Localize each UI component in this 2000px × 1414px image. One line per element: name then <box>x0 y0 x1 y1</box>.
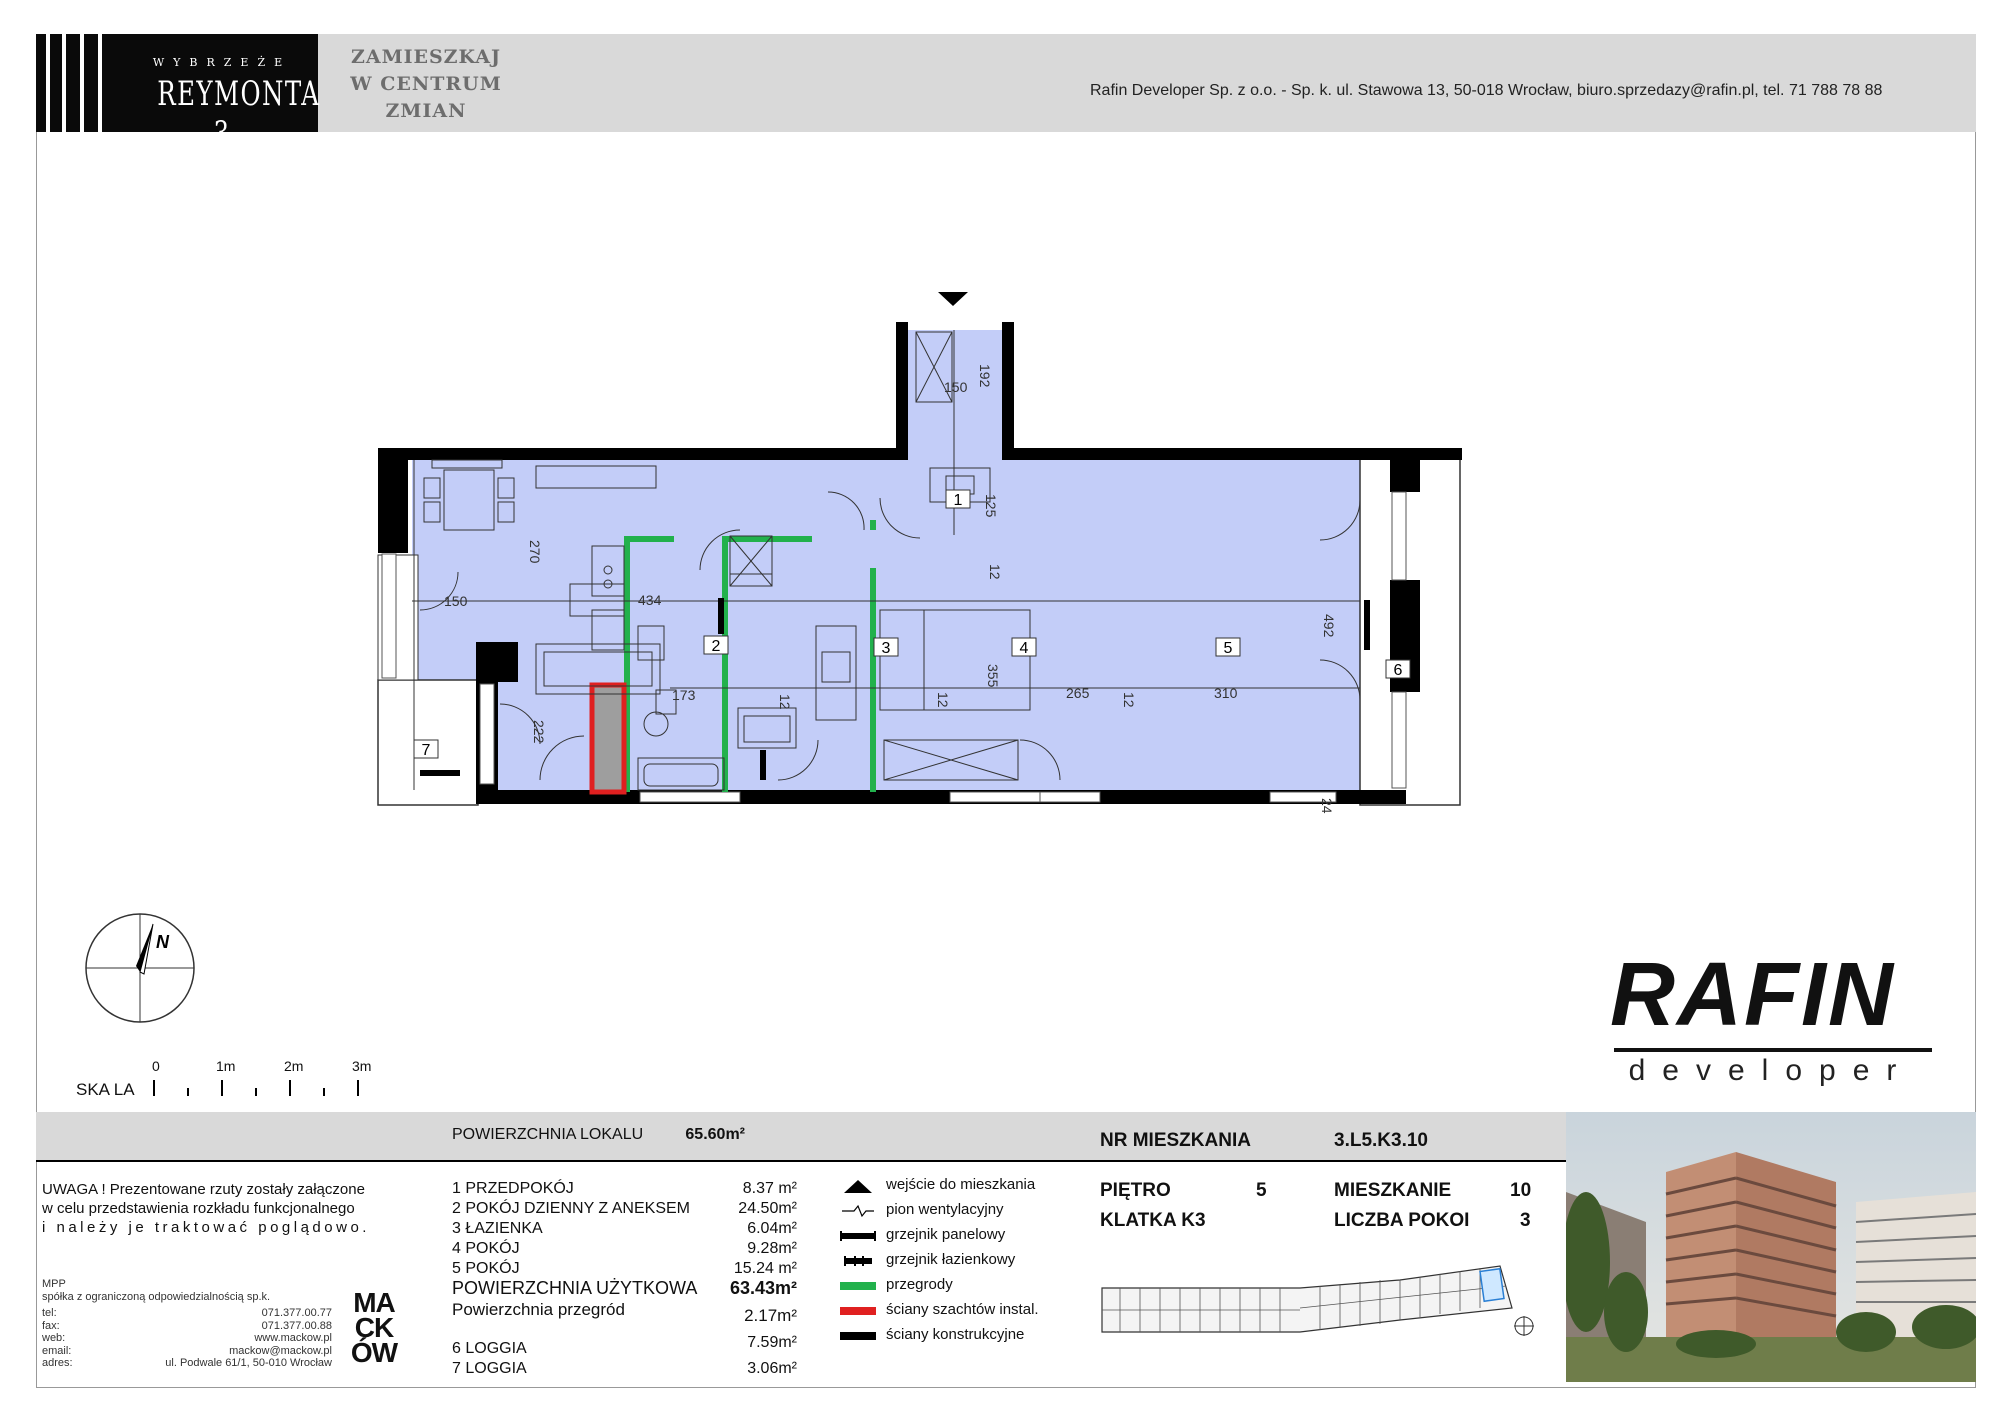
architect-row: fax: 071.377.00.88 <box>42 1319 332 1332</box>
staircase-label: KLATKA K3 <box>1100 1210 1206 1231</box>
floor-value: 5 <box>1256 1180 1267 1201</box>
entrance-marker <box>938 292 968 306</box>
room-number: 4 <box>1020 640 1029 657</box>
room-number: 5 <box>1224 640 1233 657</box>
architect-company: spółka z ograniczoną odpowiedzialnością … <box>42 1290 271 1303</box>
apartment-number-value: 3.L5.K3.10 <box>1334 1130 1428 1151</box>
dimension-label: 310 <box>1214 685 1238 701</box>
ventilation-symbol-icon <box>842 1204 874 1218</box>
scale-tick-label: 2m <box>284 1058 304 1074</box>
flat-label: MIESZKANIE <box>1334 1180 1452 1201</box>
compass-label: N <box>156 932 170 952</box>
dimension-label: 265 <box>1066 685 1090 701</box>
scale-tick-label: 3m <box>352 1058 372 1074</box>
dimension-label: 173 <box>672 687 696 703</box>
legend-item: pion wentylacyjny <box>840 1201 1100 1223</box>
dimension-label: 24 <box>1319 798 1335 814</box>
brand-sub: developer <box>1628 1054 1914 1087</box>
rooms-count-label: LICZBA POKOI <box>1334 1210 1470 1231</box>
architect-info: MPP spółka z ograniczoną odpowiedzialnoś… <box>42 1278 332 1370</box>
structural-swatch-icon <box>840 1332 876 1340</box>
room-number: 7 <box>422 742 431 759</box>
scale-tick-label: 0 <box>152 1058 160 1074</box>
logo-small-text: WYBRZEŻE <box>152 56 292 69</box>
notice: UWAGA ! Prezentowane rzuty zostały załąc… <box>42 1180 442 1237</box>
architect-logo: MA CK ÓW <box>350 1287 398 1368</box>
slogan-line: W CENTRUM <box>350 73 502 95</box>
bathroom-radiator-icon <box>844 1256 872 1266</box>
architect-row: adres: ul. Podwale 61/1, 50-010 Wrocław <box>42 1357 332 1369</box>
legend-item: ściany konstrukcyjne <box>840 1326 1100 1348</box>
architect-row: tel: 071.377.00.77 <box>42 1307 332 1319</box>
slogan: ZAMIESZKAJ W CENTRUM ZMIAN <box>346 44 506 125</box>
legend-item: wejście do mieszkania <box>840 1176 1100 1198</box>
contact-info: Rafin Developer Sp. z o.o. - Sp. k. ul. … <box>1090 82 1883 99</box>
dimension-label: 12 <box>935 692 951 708</box>
dimension-label: 12 <box>777 694 793 710</box>
apartment-highlight <box>1479 1267 1505 1303</box>
dimension-label: 12 <box>1121 692 1137 708</box>
notice-line: i należy je traktować poglądowo. <box>42 1219 370 1236</box>
dimension-label: 150 <box>944 379 968 395</box>
room-number: 2 <box>712 638 721 655</box>
apartment-number-label: NR MIESZKANIA <box>1100 1130 1251 1151</box>
logo-big-text: REYMONTA 3 <box>157 74 321 154</box>
notice-line: UWAGA ! Prezentowane rzuty zostały załąc… <box>42 1181 365 1198</box>
building-key-plan <box>1101 1265 1534 1336</box>
entrance-triangle-icon <box>844 1180 872 1193</box>
room-number: 1 <box>954 492 963 509</box>
dimension-label: 12 <box>987 564 1003 580</box>
scale-label: SKA LA <box>76 1080 135 1099</box>
dimension-label: 492 <box>1321 614 1337 638</box>
dimension-label: 192 <box>977 364 993 388</box>
rooms-count-value: 3 <box>1520 1210 1531 1231</box>
dimension-label: 355 <box>985 664 1001 688</box>
architect-row: web: www.mackow.pl <box>42 1332 332 1344</box>
building-rendering <box>1566 1112 1976 1382</box>
brand-name: RAFIN <box>1610 945 1895 1045</box>
dimension-label: 125 <box>983 494 999 518</box>
info-bar-divider <box>36 1160 1566 1162</box>
dimension-label: 434 <box>638 592 662 608</box>
slogan-line: ZMIAN <box>385 100 467 122</box>
partition-swatch-icon <box>840 1282 876 1290</box>
floor-area <box>412 330 1412 792</box>
dimension-label: 222 <box>531 720 547 744</box>
project-logo: WYBRZEŻE REYMONTA 3 <box>36 34 319 154</box>
architect-name: MPP <box>42 1278 66 1290</box>
room-number: 3 <box>882 640 891 657</box>
slogan-line: ZAMIESZKAJ <box>350 46 502 68</box>
scale-ticks <box>153 1080 359 1096</box>
legend-item: ściany szachtów instal. <box>840 1301 1100 1323</box>
flat-value: 10 <box>1510 1180 1532 1201</box>
notice-line: w celu przedstawienia rozkładu funkcjona… <box>42 1200 355 1217</box>
architect-row: email: mackow@mackow.pl <box>42 1344 332 1357</box>
developer-logo: RAFIN developer <box>1610 945 1932 1087</box>
floor-plan: 1 2 3 4 5 6 7 150 192 125 270 150 434 12… <box>377 292 1462 814</box>
legend-item: przegrody <box>840 1276 1100 1298</box>
brand-underline <box>1614 1048 1932 1052</box>
installation-shaft <box>589 682 627 795</box>
logo-stripes <box>46 34 126 132</box>
dimension-label: 270 <box>527 540 543 564</box>
shaft-swatch-icon <box>840 1307 876 1315</box>
dimension-label: 150 <box>444 593 468 609</box>
floor-label: PIĘTRO <box>1100 1180 1171 1201</box>
room-number: 6 <box>1394 662 1403 679</box>
panel-radiator-icon <box>840 1231 876 1241</box>
north-compass: N <box>85 913 195 1023</box>
legend-item: grzejnik łazienkowy <box>840 1251 1100 1273</box>
legend-item: grzejnik panelowy <box>840 1226 1100 1248</box>
scale-tick-label: 1m <box>216 1058 236 1074</box>
scale-bar: SKA LA 0 1m 2m 3m <box>76 1058 396 1108</box>
